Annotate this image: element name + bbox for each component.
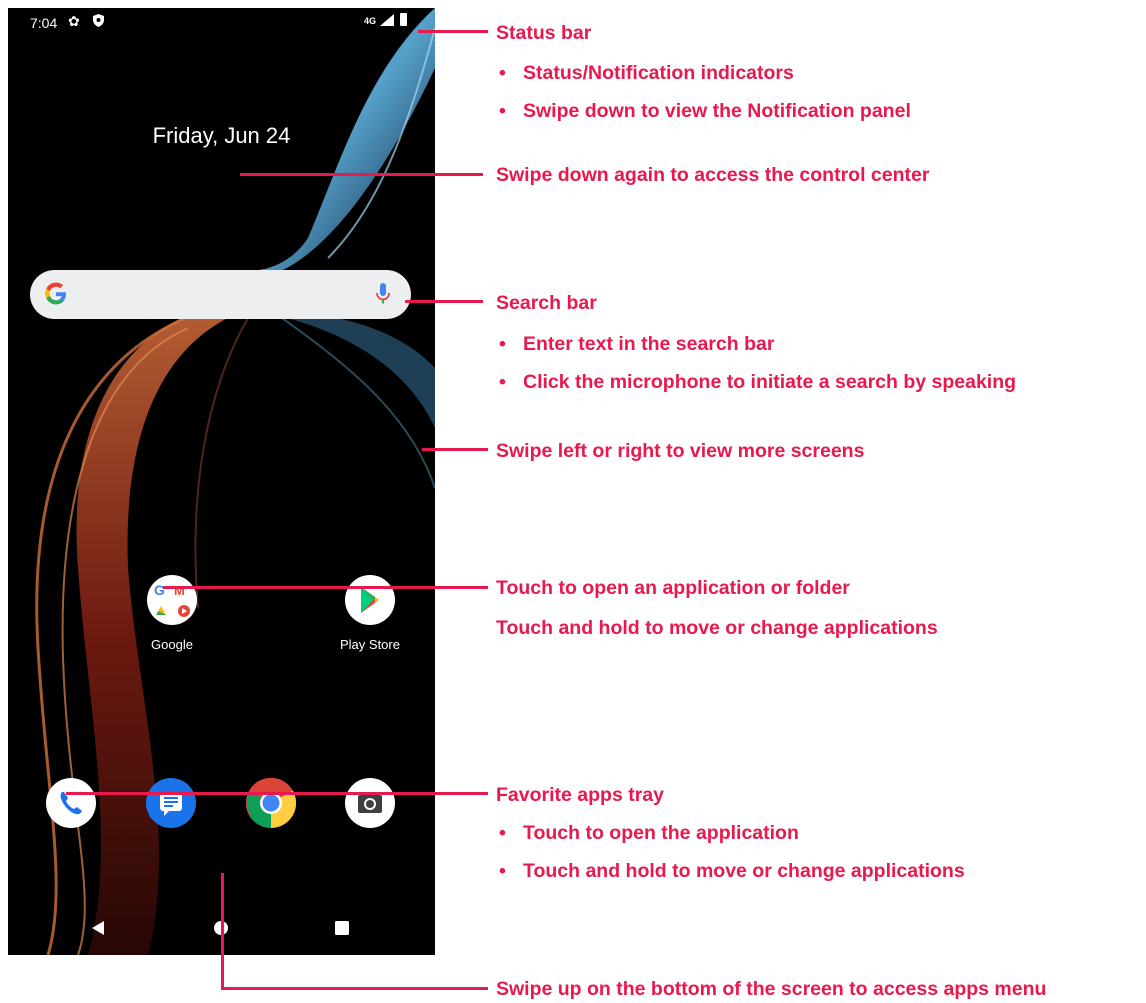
camera-app-icon[interactable] <box>345 778 395 828</box>
app-label-google: Google <box>151 637 193 652</box>
label-status-bar: Status bar <box>496 22 592 44</box>
leader-line-favorites <box>66 792 488 795</box>
bullet-microphone: • Click the microphone to initiate a sear… <box>499 371 1017 393</box>
leader-line-apps-menu-vertical <box>221 873 224 990</box>
chrome-app-icon[interactable] <box>245 777 297 829</box>
bullet-text: Swipe down to view the Notification pane… <box>523 100 911 122</box>
phone-screen: 7:04 ✿ 4G Friday, Jun 24 G M Google Play… <box>8 8 435 955</box>
bullet-status-indicators: • Status/Notification indicators <box>499 62 794 84</box>
bullet-open-application: • Touch to open the application <box>499 822 799 844</box>
label-apps-menu: Swipe up on the bottom of the screen to … <box>496 978 1047 1000</box>
play-store-icon <box>345 575 395 625</box>
bullet-notification-panel: • Swipe down to view the Notification pan… <box>499 100 911 122</box>
label-search-bar: Search bar <box>496 292 597 314</box>
google-folder-icon: G M <box>147 575 197 625</box>
bullet-text: Touch and hold to move or change applica… <box>523 860 965 882</box>
label-move-app: Touch and hold to move or change applica… <box>496 617 938 639</box>
leader-line-open-app <box>163 586 488 589</box>
bullet-text: Touch to open the application <box>523 822 799 844</box>
label-control-center: Swipe down again to access the control c… <box>496 164 930 186</box>
google-icon <box>45 282 66 305</box>
network-type: 4G <box>364 16 377 26</box>
bullet-text: Enter text in the search bar <box>523 333 775 355</box>
signal-icon <box>380 14 394 26</box>
label-swipe-screens: Swipe left or right to view more screens <box>496 440 865 462</box>
recents-button[interactable] <box>335 921 349 935</box>
messages-app-icon[interactable] <box>146 778 196 828</box>
bullet-text: Status/Notification indicators <box>523 62 794 84</box>
leader-line-swipe-screens <box>422 448 488 451</box>
app-label-play-store: Play Store <box>340 637 400 652</box>
bullet-enter-text: • Enter text in the search bar <box>499 333 775 355</box>
back-button[interactable] <box>90 920 106 936</box>
microphone-icon[interactable] <box>376 283 390 305</box>
date-widget[interactable]: Friday, Jun 24 <box>8 123 435 149</box>
bullet-move-application: • Touch and hold to move or change applic… <box>499 860 965 882</box>
shield-icon <box>93 14 104 27</box>
phone-app-icon[interactable] <box>46 778 96 828</box>
leader-line-control-center <box>240 173 483 176</box>
label-favorites-tray: Favorite apps tray <box>496 784 664 806</box>
battery-icon <box>400 13 407 26</box>
leader-line-status-bar <box>418 30 488 33</box>
status-bar[interactable]: 7:04 ✿ 4G <box>8 8 435 36</box>
search-bar[interactable] <box>30 270 411 319</box>
bullet-text: Click the microphone to initiate a searc… <box>523 371 1017 393</box>
leader-line-apps-menu <box>221 987 488 990</box>
leader-line-search-bar <box>405 300 483 303</box>
svg-text:G: G <box>154 582 165 598</box>
clock: 7:04 <box>30 15 58 31</box>
gear-icon: ✿ <box>68 13 80 29</box>
label-open-app: Touch to open an application or folder <box>496 577 850 599</box>
